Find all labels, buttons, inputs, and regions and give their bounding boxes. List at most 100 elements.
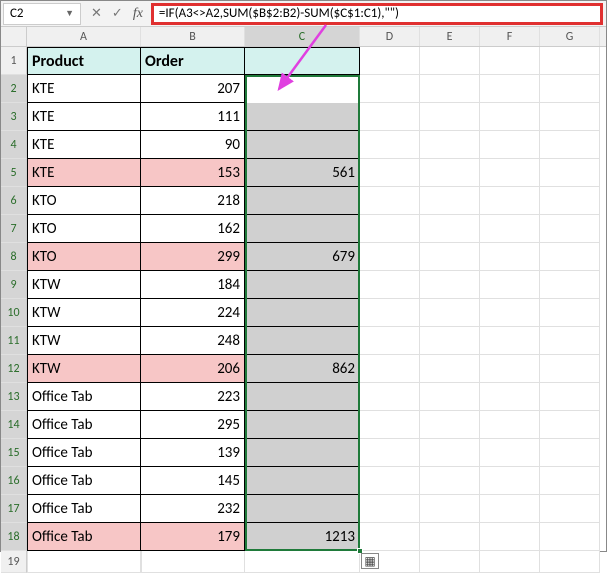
cell[interactable]: 248 <box>141 327 245 355</box>
row-header[interactable]: 12 <box>1 355 27 383</box>
row-header[interactable]: 3 <box>1 103 27 131</box>
cell[interactable]: KTE <box>27 103 141 131</box>
cell[interactable] <box>420 215 480 243</box>
cell[interactable]: 561 <box>245 159 360 187</box>
fx-icon[interactable]: fx <box>133 6 143 22</box>
cell[interactable]: KTW <box>27 355 141 383</box>
cell[interactable] <box>480 327 540 355</box>
row-header[interactable]: 7 <box>1 215 27 243</box>
cell[interactable]: Office Tab <box>27 439 141 467</box>
cell[interactable] <box>360 411 420 439</box>
cell[interactable] <box>360 47 420 75</box>
cell[interactable] <box>540 327 600 355</box>
cell[interactable] <box>540 47 600 75</box>
cell[interactable] <box>420 551 480 573</box>
cell[interactable] <box>540 131 600 159</box>
cell[interactable] <box>420 131 480 159</box>
cell[interactable]: Product <box>27 47 141 75</box>
cell[interactable]: 232 <box>141 495 245 523</box>
row-header[interactable]: 9 <box>1 271 27 299</box>
cell[interactable]: KTE <box>27 131 141 159</box>
cell[interactable] <box>360 467 420 495</box>
cell[interactable]: 179 <box>141 523 245 551</box>
cell[interactable]: KTW <box>27 271 141 299</box>
cell[interactable] <box>480 383 540 411</box>
cell[interactable] <box>360 131 420 159</box>
accept-icon[interactable]: ✓ <box>112 6 123 21</box>
cell[interactable]: 153 <box>141 159 245 187</box>
cell[interactable] <box>420 243 480 271</box>
cell[interactable] <box>540 439 600 467</box>
cell[interactable]: KTE <box>27 75 141 103</box>
cell[interactable] <box>480 243 540 271</box>
cell[interactable] <box>420 47 480 75</box>
row-header[interactable]: 16 <box>1 467 27 495</box>
col-header-C[interactable]: C <box>245 27 360 46</box>
cell[interactable] <box>480 131 540 159</box>
cell[interactable] <box>360 299 420 327</box>
cell[interactable]: 1213 <box>245 523 360 551</box>
row-header[interactable]: 6 <box>1 187 27 215</box>
col-header-G[interactable]: G <box>540 27 600 46</box>
cell[interactable] <box>360 215 420 243</box>
cell[interactable] <box>245 103 360 131</box>
cell[interactable]: KTO <box>27 187 141 215</box>
cell[interactable] <box>540 187 600 215</box>
col-header-B[interactable]: B <box>141 27 245 46</box>
cell[interactable] <box>420 187 480 215</box>
cell[interactable] <box>245 187 360 215</box>
cell[interactable] <box>540 355 600 383</box>
col-header-A[interactable]: A <box>27 27 141 46</box>
cell[interactable] <box>245 131 360 159</box>
row-header[interactable]: 2 <box>1 75 27 103</box>
cell[interactable] <box>360 523 420 551</box>
cell[interactable]: 679 <box>245 243 360 271</box>
cell[interactable] <box>420 103 480 131</box>
cell[interactable] <box>540 411 600 439</box>
row-header[interactable]: 14 <box>1 411 27 439</box>
cell[interactable] <box>245 327 360 355</box>
cell[interactable]: 862 <box>245 355 360 383</box>
cell[interactable] <box>480 439 540 467</box>
cell[interactable]: KTO <box>27 215 141 243</box>
cell[interactable] <box>540 467 600 495</box>
cell[interactable] <box>480 355 540 383</box>
cell[interactable] <box>360 75 420 103</box>
cell[interactable]: 139 <box>141 439 245 467</box>
cell[interactable] <box>540 271 600 299</box>
cell[interactable] <box>245 411 360 439</box>
formula-input[interactable]: =IF(A3<>A2,SUM($B$2:B2)-SUM($C$1:C1),"") <box>151 3 603 25</box>
col-header-F[interactable]: F <box>480 27 540 46</box>
cell[interactable] <box>360 495 420 523</box>
cell[interactable] <box>540 383 600 411</box>
cell[interactable] <box>480 411 540 439</box>
row-header[interactable]: 1 <box>1 47 27 75</box>
name-box[interactable]: C2 ▼ <box>3 3 81 25</box>
cell[interactable] <box>360 159 420 187</box>
cell[interactable] <box>480 187 540 215</box>
cell[interactable] <box>245 551 360 573</box>
cell[interactable] <box>360 327 420 355</box>
cell[interactable] <box>540 299 600 327</box>
row-header[interactable]: 13 <box>1 383 27 411</box>
cell[interactable]: KTW <box>27 299 141 327</box>
cell[interactable] <box>420 523 480 551</box>
cell[interactable] <box>360 243 420 271</box>
row-header[interactable]: 15 <box>1 439 27 467</box>
cell[interactable] <box>420 75 480 103</box>
cell[interactable] <box>245 271 360 299</box>
row-header[interactable]: 19 <box>1 551 27 573</box>
cell[interactable]: 111 <box>141 103 245 131</box>
cell[interactable] <box>420 159 480 187</box>
cell[interactable] <box>360 383 420 411</box>
cell[interactable] <box>360 271 420 299</box>
cell[interactable]: Office Tab <box>27 523 141 551</box>
cell[interactable] <box>420 327 480 355</box>
cell[interactable]: 145 <box>141 467 245 495</box>
row-header[interactable]: 11 <box>1 327 27 355</box>
cell[interactable] <box>480 523 540 551</box>
cell[interactable] <box>245 215 360 243</box>
cell[interactable] <box>480 215 540 243</box>
row-header[interactable]: 10 <box>1 299 27 327</box>
name-box-dropdown-icon[interactable]: ▼ <box>65 8 74 19</box>
